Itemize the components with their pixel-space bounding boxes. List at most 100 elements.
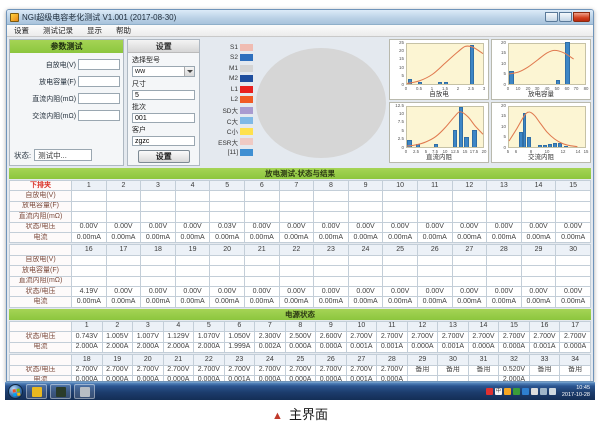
- legend-swatch: [240, 96, 253, 103]
- cell: 2.700V: [377, 332, 408, 342]
- legend-swatch: [240, 138, 253, 145]
- cell: [407, 375, 438, 382]
- cell: 0.000A: [499, 342, 530, 352]
- col-header: 24: [255, 355, 286, 365]
- taskbar-clock[interactable]: 10:45 2017-10-28: [558, 385, 592, 398]
- menu-item-测试记录[interactable]: 测试记录: [36, 25, 80, 36]
- cell: [348, 212, 383, 222]
- cell: [141, 201, 176, 211]
- cell: [244, 201, 279, 211]
- col-header: 13: [438, 321, 469, 331]
- legend-item: L1: [203, 84, 253, 95]
- cell: [417, 201, 452, 211]
- y-tick-label: 10: [496, 124, 507, 129]
- param-field-input[interactable]: [78, 59, 120, 70]
- media-app-icon[interactable]: [50, 384, 71, 399]
- param-field-input[interactable]: [78, 93, 120, 104]
- menu-item-显示[interactable]: 显示: [80, 25, 109, 36]
- legend-swatch: [240, 107, 253, 114]
- col-header: 6: [244, 181, 279, 191]
- cell: 2.700V: [133, 365, 164, 375]
- cell: 0.00mA: [244, 233, 279, 243]
- close-button[interactable]: [573, 12, 590, 22]
- model-select[interactable]: ww: [132, 66, 195, 77]
- cell: 0.001A: [346, 342, 377, 352]
- cell: 0.00V: [279, 222, 314, 232]
- menu-item-帮助[interactable]: 帮助: [109, 25, 138, 36]
- volume-tray-icon[interactable]: [549, 388, 556, 395]
- cell: [106, 266, 141, 276]
- cell: [383, 212, 418, 222]
- cell: 0.00mA: [521, 297, 556, 307]
- cell: 0.00V: [72, 222, 107, 232]
- plot-area: [508, 43, 586, 85]
- col-header: 19: [175, 245, 210, 255]
- param-field: 放电容量(F): [10, 76, 120, 87]
- cell: 2.700V: [255, 365, 286, 375]
- paint-app-icon[interactable]: [74, 384, 95, 399]
- legend-item: C小: [203, 126, 253, 137]
- chevron-down-icon[interactable]: [184, 67, 194, 76]
- param-field: 交流内阻(mΩ): [10, 110, 120, 121]
- cell: 0.00V: [556, 222, 591, 232]
- table-row: 电流0.000A0.000A0.000A0.000A0.000A0.001A0.…: [10, 375, 591, 382]
- col-header: 9: [316, 321, 347, 331]
- cell: [348, 255, 383, 265]
- batch-input[interactable]: [132, 113, 195, 123]
- param-field-input[interactable]: [78, 110, 120, 121]
- table-row: 自放电(V): [10, 255, 591, 265]
- y-tick-label: 5: [496, 72, 507, 77]
- windows-start-button[interactable]: [8, 384, 23, 399]
- col-header: 26: [417, 245, 452, 255]
- cell: 0.00V: [175, 222, 210, 232]
- cell: [210, 191, 245, 201]
- size-label: 尺寸: [132, 79, 199, 89]
- param-field-input[interactable]: [78, 76, 120, 87]
- maximize-button[interactable]: [559, 12, 572, 22]
- cell: [383, 191, 418, 201]
- cell: 1.050V: [224, 332, 255, 342]
- menu-item-设置[interactable]: 设置: [7, 25, 36, 36]
- customer-input[interactable]: [132, 136, 195, 146]
- qq-tray-icon[interactable]: [486, 388, 493, 395]
- cell: [452, 266, 487, 276]
- col-header: 27: [346, 355, 377, 365]
- y-tick-label: 5: [394, 74, 405, 79]
- apply-settings-button[interactable]: 设置: [138, 150, 190, 163]
- legend-item: L2: [203, 95, 253, 106]
- discharge-table-2: 161718192021222324252627282930自放电(V)放电容量…: [9, 244, 591, 307]
- ime-tray-icon[interactable]: 中: [495, 388, 502, 395]
- cell: [529, 375, 560, 382]
- size-input[interactable]: [132, 90, 195, 100]
- network-tray-icon[interactable]: [540, 388, 547, 395]
- col-header: 30: [556, 245, 591, 255]
- cell: 2.600V: [316, 332, 347, 342]
- col-header: 1: [72, 181, 107, 191]
- cell: 备用: [407, 365, 438, 375]
- cell: [106, 201, 141, 211]
- col-header: 8: [285, 321, 316, 331]
- minimize-button[interactable]: [545, 12, 558, 22]
- blue-tray-icon[interactable]: [522, 388, 529, 395]
- cell: [141, 191, 176, 201]
- windows-flag-icon: [12, 388, 20, 396]
- cell: [175, 276, 210, 286]
- cell: [487, 255, 522, 265]
- cell: 0.520V: [499, 365, 530, 375]
- legend-item: S2: [203, 53, 253, 64]
- banana-tray-icon[interactable]: [504, 388, 511, 395]
- cell: [141, 266, 176, 276]
- green-tray-icon[interactable]: [513, 388, 520, 395]
- save-folder-icon[interactable]: [26, 384, 47, 399]
- cell: 0.000A: [72, 375, 103, 382]
- settings-panel: 设置 选择型号 ww 尺寸 批次 客户 设置: [127, 39, 200, 166]
- mail-tray-icon[interactable]: [531, 388, 538, 395]
- app-window: NGI超级电容老化测试 V1.001 (2017-08-30) 设置测试记录显示…: [6, 9, 594, 382]
- cell: 0.00V: [383, 287, 418, 297]
- paint-app-icon-glyph: [80, 387, 90, 397]
- cell: 0.00mA: [487, 297, 522, 307]
- histogram-直流内阻: 02.557.51012.502.557.51012.51517.520直流内阻: [389, 102, 489, 163]
- cell: 0.000A: [285, 342, 316, 352]
- cell: [383, 266, 418, 276]
- tray-icons: 中: [486, 388, 556, 395]
